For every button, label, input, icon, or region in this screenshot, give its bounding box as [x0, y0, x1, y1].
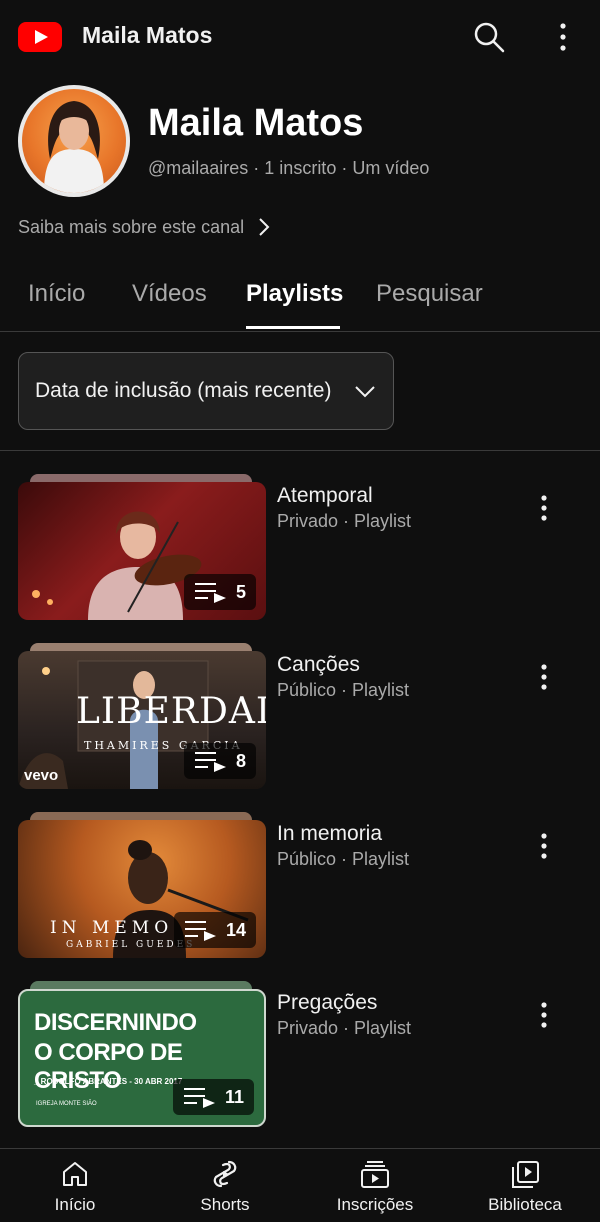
- about-channel-label: Saiba mais sobre este canal: [18, 216, 245, 237]
- thumbnail-subtitle-text: _ RODOLFO ABRANTES - 30 ABR 2017: [34, 1077, 183, 1086]
- playlist-video-count: 5: [183, 574, 256, 610]
- channel-meta: @mailaaires · 1 inscrito · Um vídeo: [148, 158, 430, 178]
- channel-page: Maila Matos Maila Matos @mailaaires · 1 …: [0, 0, 600, 1222]
- library-icon: [512, 1161, 539, 1188]
- nav-label: Início: [54, 1195, 96, 1214]
- tab-videos[interactable]: Vídeos: [132, 280, 207, 308]
- nav-label: Biblioteca: [488, 1195, 562, 1214]
- subscriptions-icon: [361, 1161, 389, 1188]
- playlist-title[interactable]: In memoria: [277, 822, 382, 846]
- playlist-thumbnail[interactable]: DISCERNINDO O CORPO DE CRISTO _ RODOLFO …: [18, 981, 266, 1129]
- playlist-title[interactable]: Atemporal: [277, 484, 373, 508]
- more-vertical-icon: [541, 1002, 547, 1028]
- sort-dropdown[interactable]: Data de inclusão (mais recente): [18, 352, 394, 430]
- vevo-logo: vevo: [24, 767, 59, 784]
- playlist-subtitle: Público · Playlist: [277, 680, 410, 700]
- more-options-button[interactable]: [548, 20, 578, 54]
- playlist-title[interactable]: Pregações: [277, 991, 377, 1015]
- playlist-more-button[interactable]: [528, 661, 560, 693]
- playlist-item[interactable]: DISCERNINDO O CORPO DE CRISTO _ RODOLFO …: [0, 981, 600, 1131]
- nav-item-inicio[interactable]: Início: [15, 1159, 135, 1219]
- playlist-subtitle: Público · Playlist: [277, 849, 410, 869]
- playlist-queue-icon: [183, 1088, 215, 1108]
- channel-name: Maila Matos: [148, 102, 364, 144]
- sort-dropdown-label: Data de inclusão (mais recente): [35, 379, 332, 402]
- more-vertical-icon: [560, 23, 566, 51]
- playlist-thumbnail[interactable]: IN MEMO GABRIEL GUEDES 14: [18, 812, 266, 960]
- playlist-more-button[interactable]: [528, 830, 560, 862]
- more-vertical-icon: [541, 664, 547, 690]
- channel-tabs: Início Vídeos Playlists Pesquisar: [0, 262, 600, 332]
- church-logo: IGREJA MONTE SIÃO: [36, 1101, 97, 1107]
- playlist-video-count: 11: [172, 1079, 254, 1115]
- section-divider: [0, 450, 600, 451]
- thumbnail-title-text: IN MEMO: [50, 918, 174, 938]
- playlist-count-value: 14: [225, 919, 246, 940]
- more-vertical-icon: [541, 833, 547, 859]
- more-vertical-icon: [541, 495, 547, 521]
- tab-inicio[interactable]: Início: [28, 280, 85, 308]
- tab-playlists[interactable]: Playlists: [246, 280, 343, 308]
- nav-label: Inscrições: [336, 1195, 414, 1214]
- top-bar: Maila Matos: [0, 0, 600, 72]
- chevron-down-icon: [355, 386, 375, 398]
- playlist-item[interactable]: IN MEMO GABRIEL GUEDES 14 In memoria Púb…: [0, 812, 600, 962]
- home-icon: [63, 1162, 87, 1186]
- playlist-item[interactable]: 5 Atemporal Privado · Playlist: [0, 474, 600, 624]
- playlist-count-value: 8: [235, 750, 246, 771]
- playlist-thumbnail[interactable]: LIBERDADE THAMIRES GARCIA vevo 8: [18, 643, 266, 791]
- playlist-more-button[interactable]: [528, 999, 560, 1031]
- playlist-video-count: 8: [183, 743, 256, 779]
- playlist-video-count: 14: [173, 912, 256, 948]
- playlist-queue-icon: [194, 583, 226, 603]
- channel-avatar[interactable]: [18, 85, 130, 197]
- search-icon: [474, 22, 505, 53]
- playlist-item[interactable]: LIBERDADE THAMIRES GARCIA vevo 8 Canções…: [0, 643, 600, 793]
- thumbnail-title-text: LIBERDADE: [76, 691, 266, 732]
- nav-item-biblioteca[interactable]: Biblioteca: [465, 1159, 585, 1219]
- thumbnail-title-line-1: DISCERNINDO: [34, 1009, 197, 1036]
- playlist-more-button[interactable]: [528, 492, 560, 524]
- bottom-navigation: Início Shorts Inscrições Biblioteca: [0, 1148, 600, 1222]
- nav-item-shorts[interactable]: Shorts: [165, 1159, 285, 1219]
- shorts-icon: [213, 1160, 237, 1188]
- tab-pesquisar[interactable]: Pesquisar: [376, 280, 483, 308]
- about-channel-link[interactable]: Saiba mais sobre este canal: [18, 216, 274, 238]
- playlist-queue-icon: [194, 752, 226, 772]
- active-tab-indicator: [246, 326, 340, 329]
- playlist-thumbnail-image: IN MEMO GABRIEL GUEDES 14: [18, 820, 266, 958]
- playlist-queue-icon: [184, 921, 216, 941]
- playlist-thumbnail[interactable]: 5: [18, 474, 266, 622]
- playlist-title[interactable]: Canções: [277, 653, 360, 677]
- playlist-count-value: 11: [224, 1086, 244, 1107]
- youtube-logo-icon[interactable]: [18, 22, 62, 52]
- playlist-subtitle: Privado · Playlist: [277, 511, 412, 531]
- playlist-thumbnail-image: 5: [18, 482, 266, 620]
- playlist-subtitle: Privado · Playlist: [277, 1018, 412, 1038]
- top-bar-title: Maila Matos: [82, 22, 213, 48]
- playlist-thumbnail-image: DISCERNINDO O CORPO DE CRISTO _ RODOLFO …: [18, 989, 266, 1127]
- nav-label: Shorts: [200, 1195, 250, 1214]
- nav-item-inscricoes[interactable]: Inscrições: [315, 1159, 435, 1219]
- search-button[interactable]: [470, 18, 508, 56]
- playlist-count-value: 5: [235, 581, 246, 602]
- chevron-right-icon: [259, 218, 270, 236]
- avatar-portrait-icon: [44, 101, 104, 193]
- playlist-thumbnail-image: LIBERDADE THAMIRES GARCIA vevo 8: [18, 651, 266, 789]
